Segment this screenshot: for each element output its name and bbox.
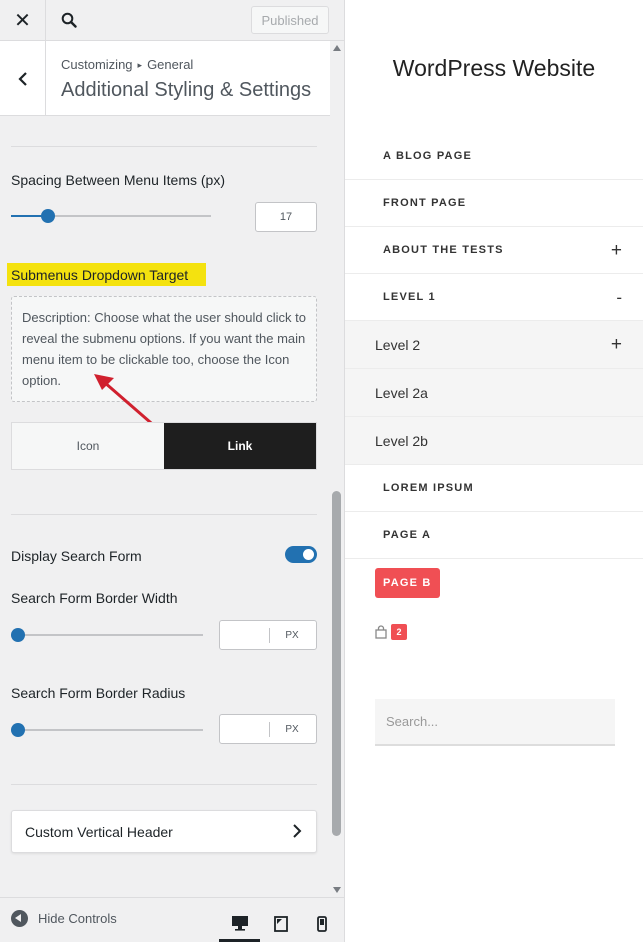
tablet-icon — [273, 916, 288, 932]
cart-link[interactable]: 2 — [375, 624, 407, 640]
desktop-icon — [231, 915, 248, 931]
menu-item-label: LEVEL 1 — [383, 291, 436, 303]
preview-tablet-button[interactable] — [260, 906, 301, 942]
submenu-item-label: Level 2 — [375, 337, 421, 353]
submenu-target-icon-option[interactable]: Icon — [12, 423, 164, 469]
submenu-item-label: Level 2b — [375, 433, 428, 449]
breadcrumb: Customizing ▸ General — [61, 57, 193, 72]
site-preview: WordPress Website A BLOG PAGE FRONT PAGE… — [345, 0, 643, 942]
mobile-icon — [316, 916, 327, 932]
site-title[interactable]: WordPress Website — [345, 55, 643, 82]
menu-button-label: PAGE B — [375, 568, 440, 598]
submenu-expand-icon[interactable]: + — [611, 321, 622, 368]
divider — [11, 146, 317, 147]
chevron-left-icon — [17, 71, 27, 86]
breadcrumb-leaf: General — [147, 57, 194, 72]
submenu-item-label: Level 2a — [375, 385, 428, 401]
menu-item-label: LOREM IPSUM — [383, 482, 474, 494]
border-width-label: Search Form Border Width — [11, 590, 178, 606]
submenu-target-label: Submenus Dropdown Target — [7, 263, 206, 286]
menu-item-label: ABOUT THE TESTS — [383, 244, 504, 256]
menu-item[interactable]: LOREM IPSUM — [345, 465, 643, 512]
border-width-slider-track[interactable] — [11, 634, 203, 636]
breadcrumb-separator: ▸ — [137, 60, 143, 70]
scroll-up-arrow-icon[interactable] — [333, 45, 341, 51]
main-menu: A BLOG PAGE FRONT PAGE ABOUT THE TESTS +… — [345, 133, 643, 606]
preview-desktop-button[interactable] — [219, 906, 260, 942]
scroll-down-arrow-icon[interactable] — [333, 887, 341, 893]
customizer-sidebar: ✕ Published Customizing ▸ General Addition… — [0, 0, 345, 942]
hide-controls-label: Hide Controls — [38, 911, 117, 926]
menu-item-button[interactable]: PAGE B — [345, 559, 643, 606]
custom-vertical-header-label: Custom Vertical Header — [25, 824, 173, 840]
submenu-item[interactable]: Level 2a — [345, 369, 643, 417]
menu-item[interactable]: PAGE A — [345, 512, 643, 559]
submenu-expand-icon[interactable]: + — [611, 227, 622, 274]
submenu-target-description: Description: Choose what the user should… — [11, 296, 317, 402]
close-button[interactable]: ✕ — [0, 0, 46, 40]
customizer-footer: Hide Controls — [0, 897, 344, 942]
menu-item[interactable]: A BLOG PAGE — [345, 133, 643, 180]
border-radius-unit[interactable]: PX — [275, 715, 309, 743]
toggle-knob — [303, 549, 314, 560]
submenu-target-toggle: Icon Link — [11, 422, 317, 470]
submenu-target-link-option[interactable]: Link — [164, 423, 316, 469]
back-button[interactable] — [0, 41, 46, 116]
collapse-icon — [11, 910, 28, 927]
unit-separator — [269, 628, 270, 643]
shopping-bag-icon — [375, 625, 387, 639]
submenu-collapse-icon[interactable]: - — [616, 274, 622, 321]
border-width-input[interactable]: PX — [219, 620, 317, 650]
breadcrumb-root: Customizing — [61, 57, 133, 72]
border-radius-slider-track[interactable] — [11, 729, 203, 731]
hide-controls-button[interactable]: Hide Controls — [11, 910, 117, 927]
border-radius-input[interactable]: PX — [219, 714, 317, 744]
sidebar-scrollbar[interactable] — [330, 41, 344, 897]
display-search-toggle[interactable] — [285, 546, 317, 563]
border-radius-slider-handle[interactable] — [11, 723, 25, 737]
divider — [11, 514, 317, 515]
search-input[interactable]: Search... — [375, 699, 615, 746]
menu-item-label: FRONT PAGE — [383, 197, 467, 209]
chevron-right-icon — [293, 824, 302, 838]
menu-item-label: A BLOG PAGE — [383, 150, 472, 162]
display-search-label: Display Search Form — [11, 548, 142, 564]
border-width-unit[interactable]: PX — [275, 621, 309, 649]
preview-mobile-button[interactable] — [301, 906, 342, 942]
menu-spacing-label: Spacing Between Menu Items (px) — [11, 172, 225, 188]
search-button[interactable] — [46, 0, 92, 40]
submenu-item[interactable]: Level 2b — [345, 417, 643, 465]
search-icon — [61, 12, 77, 28]
close-icon: ✕ — [14, 9, 31, 32]
border-radius-label: Search Form Border Radius — [11, 685, 186, 701]
section-title: Additional Styling & Settings — [61, 79, 312, 101]
submenu-item[interactable]: Level 2 + — [345, 321, 643, 369]
unit-separator — [269, 722, 270, 737]
menu-spacing-slider-handle[interactable] — [41, 209, 55, 223]
menu-spacing-input[interactable]: 17 — [255, 202, 317, 232]
menu-item[interactable]: FRONT PAGE — [345, 180, 643, 227]
divider — [11, 784, 317, 785]
menu-item[interactable]: ABOUT THE TESTS + — [345, 227, 643, 274]
customizer-topbar: ✕ Published — [0, 0, 344, 41]
custom-vertical-header-section[interactable]: Custom Vertical Header — [11, 810, 317, 853]
menu-item[interactable]: LEVEL 1 - — [345, 274, 643, 321]
published-button[interactable]: Published — [251, 6, 329, 34]
section-header: Customizing ▸ General Additional Styling &… — [0, 41, 330, 116]
scrollbar-thumb[interactable] — [332, 491, 341, 836]
border-width-slider-handle[interactable] — [11, 628, 25, 642]
menu-item-label: PAGE A — [383, 529, 432, 541]
cart-count-badge: 2 — [391, 624, 407, 640]
